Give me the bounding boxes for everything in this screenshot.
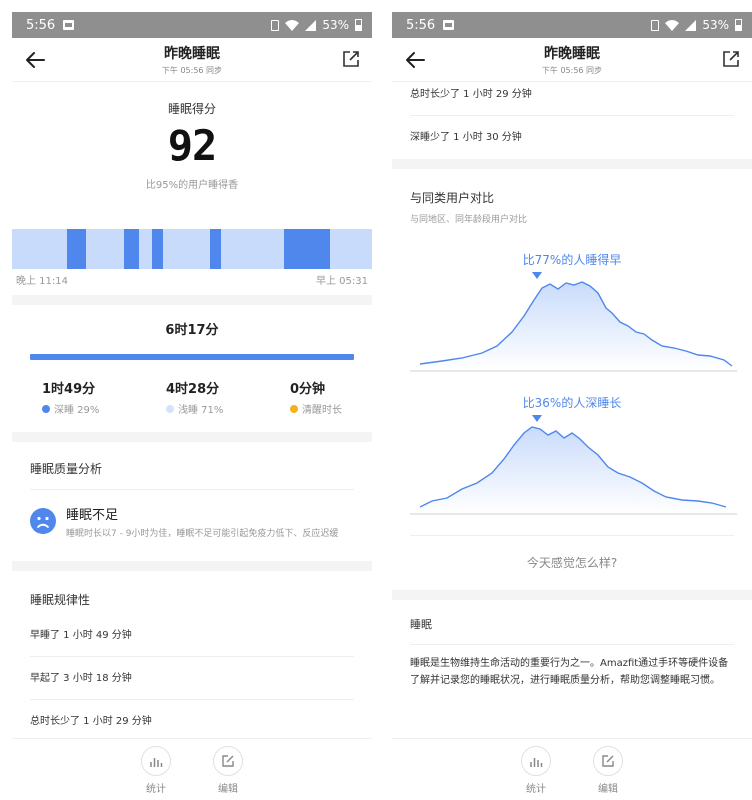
deep-sleep-distribution-curve (410, 415, 737, 515)
score-comparison: 比95%的用户睡得香 (145, 180, 239, 191)
bottom-nav: 统计 编辑 (392, 738, 752, 800)
page-title: 昨晚睡眠 (164, 46, 220, 62)
bottom-nav: 统计 编辑 (12, 738, 372, 800)
light-sleep-stat: 4时28分 浅睡 71% (166, 378, 223, 416)
right-screen: 5:56 53% 昨晚睡眠 下午 05:56 同步 总时长少了 1 小时 29 … (392, 12, 752, 800)
signal-icon (305, 19, 317, 31)
sleep-timeline (12, 229, 372, 269)
score-label: 睡眠得分 (167, 102, 216, 116)
regularity-item: 总时长少了 1 小时 29 分钟 (410, 82, 734, 116)
bar-chart-icon (150, 758, 163, 767)
deep-sleep-value: 1时49分 (42, 382, 96, 397)
regularity-item: 深睡少了 1 小时 30 分钟 (410, 132, 522, 143)
awake-value: 0分钟 (290, 382, 326, 397)
edit-label: 编辑 (218, 784, 238, 795)
awake-label: 清醒时长 (302, 405, 342, 416)
about-text: 睡眠是生物维持生命活动的重要行为之一。Amazfit通过手环等硬件设备了解并记录… (410, 658, 729, 686)
section-separator (12, 561, 372, 571)
battery-icon (735, 19, 742, 31)
early-sleep-label: 比77%的人睡得早 (522, 253, 622, 267)
battery-text: 53% (702, 18, 729, 32)
deep-sleep-segment (152, 229, 163, 269)
status-bar: 5:56 53% (392, 12, 752, 38)
regularity-section-title: 睡眠规律性 (30, 593, 91, 607)
quality-title: 睡眠不足 (66, 508, 119, 523)
awake-stat: 0分钟 清醒时长 (290, 378, 342, 416)
quality-description: 睡眠时长以7 - 9小时为佳，睡眠不足可能引起免疫力低下、反应迟缓 (66, 529, 339, 539)
comparison-subtitle: 与同地区、同年龄段用户对比 (410, 215, 528, 225)
section-separator (392, 590, 752, 600)
gallery-icon (443, 20, 455, 30)
deep-sleep-segment (67, 229, 86, 269)
stats-button[interactable]: 统计 (521, 746, 551, 800)
bar-chart-icon (530, 758, 543, 767)
deep-sleep-segment (210, 229, 221, 269)
gallery-icon (63, 20, 75, 30)
status-time: 5:56 (26, 17, 56, 33)
edit-button[interactable]: 编辑 (593, 746, 623, 800)
deep-sleep-compare-label: 比36%的人深睡长 (522, 396, 622, 410)
edit-icon (602, 755, 614, 767)
light-sleep-dot (166, 404, 174, 413)
sync-time: 下午 05:56 同步 (541, 66, 603, 75)
total-duration: 6时17分 (165, 323, 219, 338)
sleep-stages: 1时49分 深睡 29% 4时28分 浅睡 71% 0分钟 清醒时长 (12, 360, 372, 416)
stats-button[interactable]: 统计 (141, 746, 171, 800)
divider (410, 644, 734, 645)
deep-sleep-stat: 1时49分 深睡 29% (42, 378, 99, 416)
about-title: 睡眠 (410, 618, 432, 631)
share-icon[interactable] (722, 50, 740, 68)
awake-dot (290, 404, 298, 413)
edit-label: 编辑 (598, 784, 618, 795)
regularity-item: 早起了 3 小时 18 分钟 (30, 657, 354, 700)
signal-icon (685, 19, 697, 31)
section-separator (392, 159, 752, 169)
quality-card: 睡眠不足 睡眠时长以7 - 9小时为佳，睡眠不足可能引起免疫力低下、反应迟缓 (12, 490, 372, 541)
stats-label: 统计 (146, 784, 166, 795)
timeline-start-label: 晚上 11:14 (16, 276, 68, 287)
early-sleep-distribution-curve (410, 272, 737, 372)
comparison-title: 与同类用户对比 (410, 191, 495, 205)
quality-section-title: 睡眠质量分析 (30, 462, 103, 476)
sad-face-icon (30, 508, 56, 534)
vibrate-icon (651, 19, 660, 31)
light-sleep-value: 4时28分 (166, 382, 220, 397)
light-sleep-label: 浅睡 71% (178, 405, 224, 416)
vibrate-icon (271, 19, 280, 31)
deep-sleep-dot (42, 404, 50, 413)
timeline-end-label: 早上 05:31 (316, 276, 368, 287)
edit-button[interactable]: 编辑 (213, 746, 243, 800)
status-bar: 5:56 53% (12, 12, 372, 38)
share-icon[interactable] (342, 50, 360, 68)
deep-sleep-segment (284, 229, 330, 269)
battery-icon (355, 19, 362, 31)
sync-time: 下午 05:56 同步 (161, 66, 223, 75)
stats-label: 统计 (526, 784, 546, 795)
marker-triangle (532, 415, 542, 422)
deep-sleep-label: 深睡 29% (54, 405, 100, 416)
battery-text: 53% (322, 18, 349, 32)
wifi-icon (285, 19, 300, 31)
page-title: 昨晚睡眠 (544, 46, 600, 62)
section-separator (12, 432, 372, 442)
status-time: 5:56 (406, 17, 436, 33)
regularity-item: 早睡了 1 小时 49 分钟 (30, 614, 354, 657)
section-separator (12, 295, 372, 305)
feeling-prompt-button[interactable]: 今天感觉怎么样? (392, 536, 752, 590)
top-bar: 昨晚睡眠 下午 05:56 同步 (392, 38, 752, 82)
regularity-item: 总时长少了 1 小时 29 分钟 (30, 700, 354, 743)
sleep-score: 92 (167, 121, 218, 170)
wifi-icon (665, 19, 680, 31)
marker-triangle (532, 272, 542, 279)
edit-icon (222, 755, 234, 767)
deep-sleep-segment (124, 229, 139, 269)
top-bar: 昨晚睡眠 下午 05:56 同步 (12, 38, 372, 82)
left-screen: 5:56 53% 昨晚睡眠 下午 05:56 同步 睡眠得分 92 比95%的用… (12, 12, 372, 800)
